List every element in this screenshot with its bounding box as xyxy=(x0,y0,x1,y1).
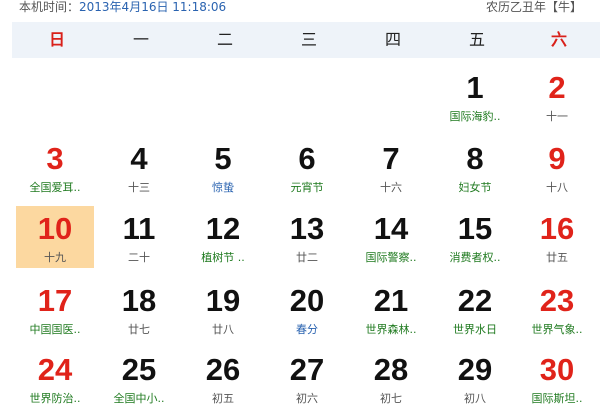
day-number: 7 xyxy=(382,141,400,176)
day-subtitle: 植树节 .. xyxy=(201,251,245,264)
day-cell-15[interactable]: 15 消费者权.. xyxy=(436,206,514,268)
day-subtitle: 国际海豹.. xyxy=(449,110,501,123)
day-subtitle: 世界水日 xyxy=(453,323,497,336)
day-subtitle: 国际警察.. xyxy=(365,251,417,264)
day-number: 22 xyxy=(457,283,493,318)
day-cell-21[interactable]: 21 世界森林.. xyxy=(352,278,430,340)
day-cell-23[interactable]: 23 世界气象.. xyxy=(518,278,596,340)
day-cell-20[interactable]: 20 春分 xyxy=(268,278,346,340)
day-cell-6[interactable]: 6 元宵节 xyxy=(268,136,346,198)
top-bar: 本机时间：2013年4月16日 11:18:06 农历乙丑年【牛】 xyxy=(0,0,600,14)
day-subtitle: 世界防治.. xyxy=(29,392,81,405)
day-number: 27 xyxy=(289,352,325,387)
day-subtitle: 二十 xyxy=(128,251,150,264)
day-subtitle: 十六 xyxy=(380,181,402,194)
day-subtitle: 十九 xyxy=(44,251,66,264)
day-number: 14 xyxy=(373,211,409,246)
day-cell-17[interactable]: 17 中国国医.. xyxy=(16,278,94,340)
day-subtitle: 消费者权.. xyxy=(449,251,501,264)
day-cell-5[interactable]: 5 惊蛰 xyxy=(184,136,262,198)
day-number: 20 xyxy=(289,283,325,318)
weekday-0: 日 xyxy=(48,30,65,49)
day-subtitle: 元宵节 xyxy=(290,181,324,194)
day-number: 10 xyxy=(37,211,73,246)
day-cell-12[interactable]: 12 植树节 .. xyxy=(184,206,262,268)
day-number: 6 xyxy=(298,141,316,176)
day-number: 29 xyxy=(457,352,493,387)
day-number: 16 xyxy=(539,211,575,246)
day-number: 2 xyxy=(548,70,566,105)
day-subtitle: 十八 xyxy=(546,181,568,194)
day-number: 8 xyxy=(466,141,484,176)
day-number: 5 xyxy=(214,141,232,176)
day-cell-10[interactable]: 10 十九 xyxy=(16,206,94,268)
day-number: 18 xyxy=(121,283,157,318)
day-subtitle: 惊蛰 xyxy=(212,181,234,194)
local-time-label: 本机时间： xyxy=(19,0,80,14)
day-number: 26 xyxy=(205,352,241,387)
day-subtitle: 春分 xyxy=(296,323,318,336)
local-time-value: 2013年4月16日 11:18:06 xyxy=(79,0,227,14)
day-cell-9[interactable]: 9 十八 xyxy=(518,136,596,198)
day-subtitle: 中国国医.. xyxy=(29,323,81,336)
weekday-5: 五 xyxy=(468,30,485,49)
day-number: 19 xyxy=(205,283,241,318)
day-number: 15 xyxy=(457,211,493,246)
day-subtitle: 全国中小.. xyxy=(113,392,165,405)
day-cell-18[interactable]: 18 廿七 xyxy=(100,278,178,340)
lunar-year: 农历乙丑年【牛】 xyxy=(485,0,582,14)
day-number: 17 xyxy=(37,283,73,318)
day-subtitle: 全国爱耳.. xyxy=(29,181,81,194)
weekday-6: 六 xyxy=(550,30,567,49)
day-number: 28 xyxy=(373,352,409,387)
weekday-header: 日一二三四五六 xyxy=(12,22,600,58)
day-subtitle: 妇女节 xyxy=(458,181,492,194)
day-number: 11 xyxy=(122,211,156,246)
day-number: 24 xyxy=(37,352,73,387)
day-cell-2[interactable]: 2 十一 xyxy=(518,65,596,127)
day-subtitle: 国际斯坦.. xyxy=(531,392,583,405)
day-subtitle: 廿五 xyxy=(546,251,568,264)
day-number: 12 xyxy=(205,211,241,246)
day-subtitle: 初八 xyxy=(464,392,486,405)
day-cell-8[interactable]: 8 妇女节 xyxy=(436,136,514,198)
day-number: 9 xyxy=(548,141,566,176)
day-subtitle: 廿二 xyxy=(296,251,318,264)
day-subtitle: 十三 xyxy=(128,181,150,194)
day-subtitle: 廿八 xyxy=(212,323,234,336)
day-subtitle: 十一 xyxy=(546,110,568,123)
day-number: 23 xyxy=(539,283,575,318)
day-subtitle: 廿七 xyxy=(128,323,150,336)
day-number: 4 xyxy=(130,141,148,176)
day-number: 25 xyxy=(121,352,157,387)
day-number: 30 xyxy=(539,352,575,387)
day-number: 21 xyxy=(373,283,409,318)
day-subtitle: 世界气象.. xyxy=(531,323,583,336)
day-subtitle: 世界森林.. xyxy=(365,323,417,336)
weekday-2: 二 xyxy=(216,30,233,49)
day-cell-4[interactable]: 4 十三 xyxy=(100,136,178,198)
day-cell-11[interactable]: 11 二十 xyxy=(100,206,178,268)
day-number: 13 xyxy=(289,211,325,246)
day-cell-13[interactable]: 13 廿二 xyxy=(268,206,346,268)
day-cell-3[interactable]: 3 全国爱耳.. xyxy=(16,136,94,198)
day-cell-22[interactable]: 22 世界水日 xyxy=(436,278,514,340)
day-subtitle: 初六 xyxy=(296,392,318,405)
day-cell-1[interactable]: 1 国际海豹.. xyxy=(436,65,514,127)
local-time: 本机时间：2013年4月16日 11:18:06 xyxy=(19,0,226,15)
day-cell-16[interactable]: 16 廿五 xyxy=(518,206,596,268)
weekday-4: 四 xyxy=(384,30,401,49)
day-cell-19[interactable]: 19 廿八 xyxy=(184,278,262,340)
weekday-1: 一 xyxy=(132,30,149,49)
day-cell-7[interactable]: 7 十六 xyxy=(352,136,430,198)
day-number: 3 xyxy=(46,141,64,176)
day-subtitle: 初七 xyxy=(380,392,402,405)
day-cell-14[interactable]: 14 国际警察.. xyxy=(352,206,430,268)
day-number: 1 xyxy=(466,70,484,105)
weekday-3: 三 xyxy=(300,30,317,49)
day-subtitle: 初五 xyxy=(212,392,234,405)
